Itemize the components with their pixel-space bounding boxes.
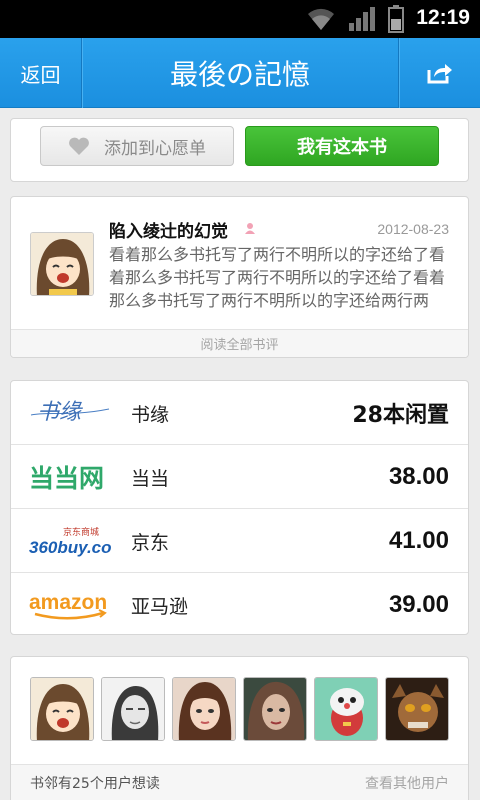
heart-icon — [69, 137, 89, 155]
back-button[interactable]: 返回 — [0, 38, 82, 108]
reader-avatar[interactable] — [30, 677, 94, 741]
shuyuan-logo-text: 书缘 — [37, 400, 83, 425]
share-icon — [427, 64, 452, 84]
price-row-dangdang[interactable]: 当当网 当当 38.00 — [11, 445, 468, 509]
price-row-amazon[interactable]: amazon 亚马逊 39.00 — [11, 573, 468, 634]
clock: 12:19 — [416, 6, 470, 29]
anime-girl-avatar-icon — [31, 233, 93, 295]
review-date: 2012-08-23 — [377, 221, 449, 237]
female-badge-icon — [245, 223, 255, 234]
dangdang-logo-text: 当当网 — [29, 464, 104, 493]
jd-logo-text: 360buy.com — [29, 538, 111, 557]
reader-avatar[interactable] — [172, 677, 236, 741]
reviewer-avatar[interactable] — [30, 232, 94, 296]
price-value: 41.00 — [388, 527, 449, 554]
page-title: 最後の記憶 — [169, 58, 310, 91]
read-all-reviews-link[interactable]: 阅读全部书评 — [11, 329, 468, 357]
book-actions: 添加到心愿单 我有这本书 — [10, 118, 469, 182]
status-bar: 12:19 — [0, 0, 480, 38]
shuyuan-logo-icon: 书缘 — [30, 400, 110, 425]
store-name: 书缘 — [131, 403, 170, 426]
sketch-portrait-avatar-icon — [102, 678, 164, 740]
jd-logo-icon: 京东商城 360buy.com — [29, 526, 111, 557]
book-review[interactable]: 陷入绫辻的幻觉 2012-08-23 看着那么多书托写了两行不明所以的字还给了看… — [10, 196, 469, 358]
review-text: 看着那么多书托写了两行不明所以的字还给了看着那么多书托写了两行不明所以的字还给了… — [109, 245, 446, 310]
reader-avatar[interactable] — [314, 677, 378, 741]
readers-count: 书邻有25个用户想读 — [30, 776, 160, 792]
reader-avatar[interactable] — [101, 677, 165, 741]
store-name: 京东 — [131, 531, 170, 554]
price-value: 38.00 — [388, 463, 449, 490]
cartoon-cat-avatar-icon — [315, 678, 377, 740]
view-other-users-link[interactable]: 查看其他用户 — [365, 773, 449, 793]
i-own-this-book-button[interactable]: 我有这本书 — [245, 126, 439, 166]
anime-girl-avatar-icon — [31, 678, 93, 740]
price-value: 28本闲置 — [352, 403, 449, 428]
interested-readers: 书邻有25个用户想读 查看其他用户 — [10, 656, 469, 800]
skull-monster-avatar-icon — [386, 678, 448, 740]
reader-avatar[interactable] — [385, 677, 449, 741]
wifi-icon — [308, 8, 334, 30]
price-row-jd[interactable]: 京东商城 360buy.com 京东 41.00 — [11, 509, 468, 573]
dangdang-logo-icon: 当当网 — [29, 464, 104, 493]
reader-avatars — [30, 677, 450, 741]
signal-icon — [349, 7, 375, 31]
store-name: 亚马逊 — [131, 595, 189, 618]
share-button[interactable] — [398, 38, 480, 108]
jd-logo-subtext: 京东商城 — [63, 526, 99, 538]
price-list: 书缘 书缘 28本闲置 当当网 当当 38.00 京东商城 360buy.com… — [10, 380, 469, 635]
battery-icon — [388, 5, 404, 33]
wishlist-label: 添加到心愿单 — [104, 138, 206, 159]
price-row-shuyuan[interactable]: 书缘 书缘 28本闲置 — [11, 381, 468, 445]
amazon-logo-text: amazon — [29, 591, 107, 614]
store-name: 当当 — [131, 467, 170, 490]
amazon-logo-icon: amazon — [29, 591, 107, 620]
readers-footer: 书邻有25个用户想读 查看其他用户 — [11, 764, 468, 800]
price-value: 39.00 — [388, 591, 449, 618]
reviewer-name[interactable]: 陷入绫辻的幻觉 — [109, 217, 228, 242]
reader-avatar[interactable] — [243, 677, 307, 741]
girl-photo-avatar-icon — [173, 678, 235, 740]
add-to-wishlist-button[interactable]: 添加到心愿单 — [40, 126, 234, 166]
title-bar: 返回 最後の記憶 — [0, 38, 480, 108]
fantasy-woman-avatar-icon — [244, 678, 306, 740]
